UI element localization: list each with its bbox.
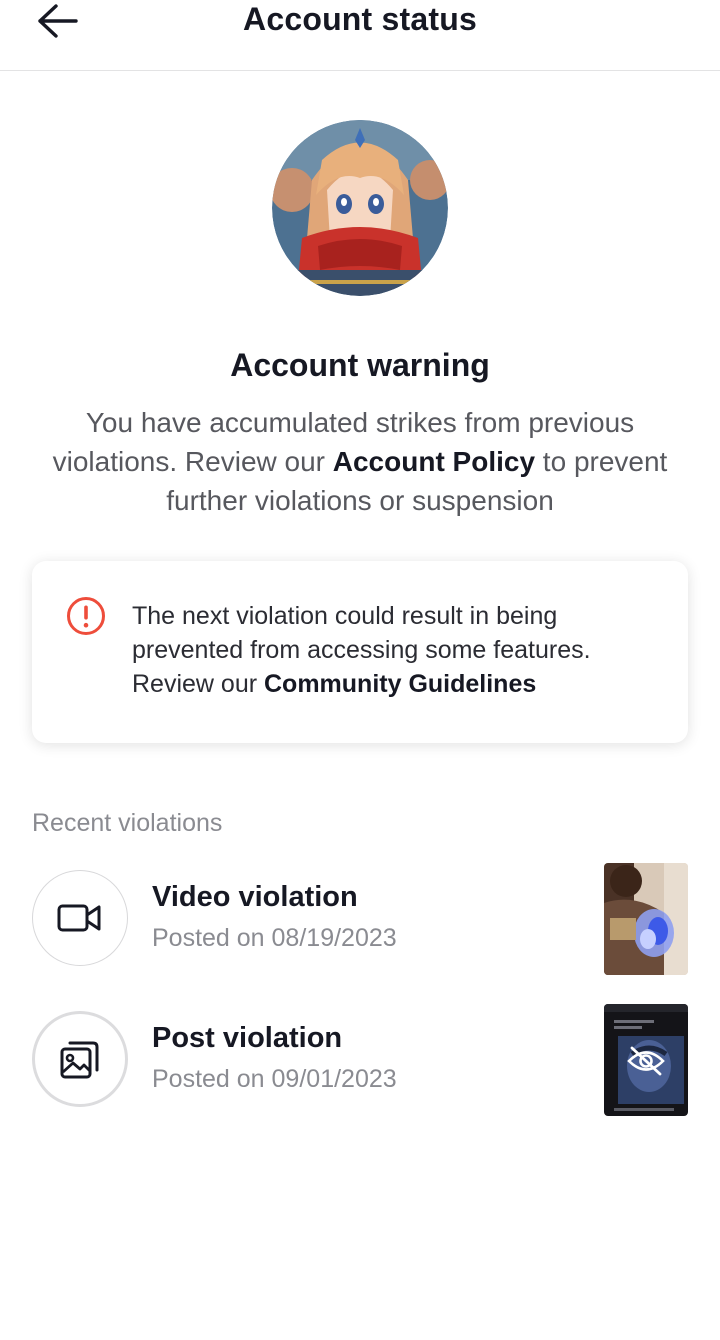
violation-type-circle xyxy=(32,1011,128,1107)
page-title: Account status xyxy=(243,1,477,37)
account-policy-link[interactable]: Account Policy xyxy=(333,446,535,477)
header-bar: Account status xyxy=(0,0,720,71)
photo-stack-icon xyxy=(60,1041,99,1079)
violation-thumbnail[interactable] xyxy=(604,1004,688,1116)
violation-thumbnail[interactable] xyxy=(604,863,688,975)
violation-date: Posted on 09/01/2023 xyxy=(152,1065,397,1093)
community-guidelines-link[interactable]: Community Guidelines xyxy=(264,670,536,698)
warning-title: Account warning xyxy=(230,347,490,383)
video-camera-icon xyxy=(57,904,101,932)
notice-text: The next violation could result in being… xyxy=(132,599,662,701)
violation-item-post[interactable]: Post violation Posted on 09/01/2023 xyxy=(0,1004,720,1116)
violation-date: Posted on 08/19/2023 xyxy=(152,924,397,952)
warning-description: You have accumulated strikes from previo… xyxy=(50,403,670,520)
notice-card: The next violation could result in being… xyxy=(32,561,688,743)
recent-violations-label: Recent violations xyxy=(32,809,223,837)
violation-title: Post violation xyxy=(152,1022,343,1054)
avatar xyxy=(272,120,448,296)
exclamation-circle-icon xyxy=(67,597,105,635)
violation-title: Video violation xyxy=(152,881,358,913)
violation-type-circle xyxy=(32,870,128,966)
violation-item-video[interactable]: Video violation Posted on 08/19/2023 xyxy=(0,863,720,975)
hidden-eye-icon xyxy=(627,1046,665,1076)
